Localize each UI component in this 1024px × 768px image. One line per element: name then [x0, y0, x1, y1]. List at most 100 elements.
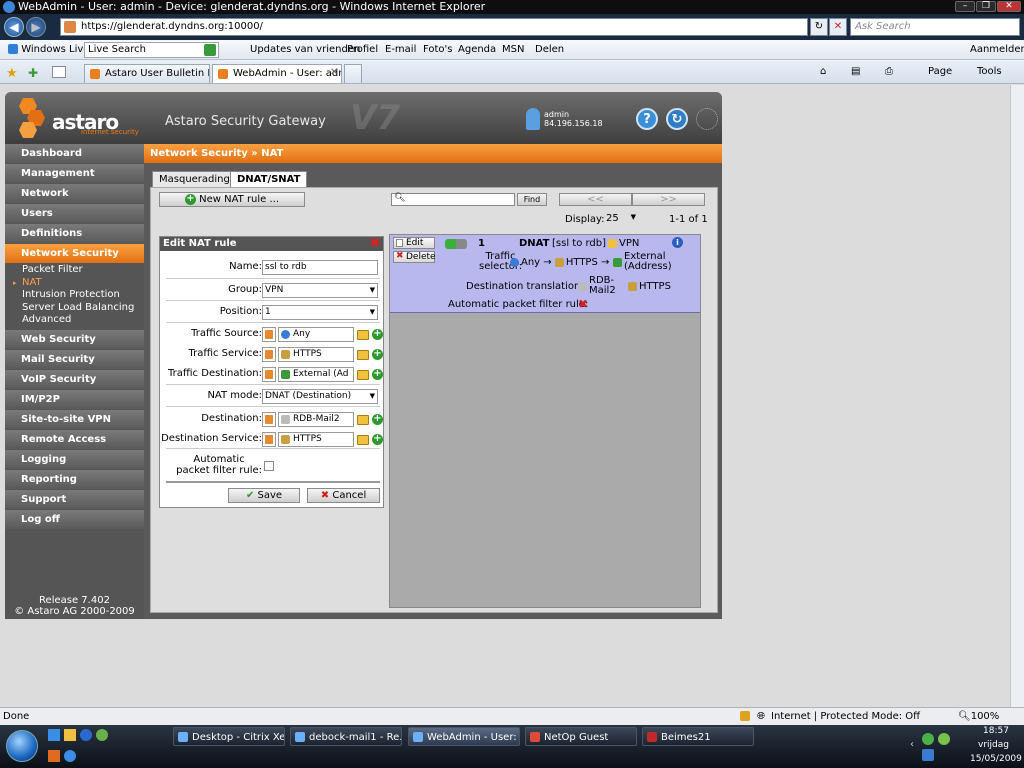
search-go-icon[interactable]	[204, 44, 216, 56]
sidebar-item-log-off[interactable]: Log off	[5, 509, 144, 529]
browser-tab-webadmin[interactable]: WebAdmin - User: adm...	[212, 64, 342, 83]
reload-icon[interactable]: ↻	[666, 108, 688, 130]
traffic-service-add-icon[interactable]: +	[372, 349, 383, 360]
name-input[interactable]: ssl to rdb	[262, 260, 378, 275]
cancel-button[interactable]: ✖ Cancel	[307, 488, 380, 503]
print-icon[interactable]: ⎙	[885, 66, 893, 77]
traffic-destination-remove-icon[interactable]	[262, 367, 276, 382]
tray-volume-icon[interactable]	[922, 749, 934, 761]
traffic-source-field[interactable]: Any	[278, 327, 354, 342]
live-search-input[interactable]: Live Search	[84, 42, 219, 58]
link-updates[interactable]: Updates van vrienden	[250, 44, 360, 55]
pager-prev-button[interactable]: <<	[559, 193, 632, 206]
feeds-icon[interactable]: ▤	[851, 66, 860, 77]
browser-tab-bulletin[interactable]: Astaro User Bulletin Board ...	[84, 64, 210, 83]
forward-button[interactable]: ▶	[26, 17, 46, 37]
page-menu[interactable]: Page	[928, 66, 952, 77]
save-button[interactable]: ✔ Save	[228, 488, 300, 503]
maximize-button[interactable]: ❐	[976, 1, 996, 12]
destination-remove-icon[interactable]	[262, 412, 276, 427]
address-input[interactable]: https://glenderat.dyndns.org:10000/	[60, 18, 808, 36]
close-icon[interactable]: ✖	[369, 237, 381, 250]
sidebar-sub-packet-filter[interactable]: Packet Filter	[5, 264, 144, 277]
refresh-icon[interactable]: ↻	[810, 18, 828, 36]
add-favorite-icon[interactable]: ✚	[28, 66, 38, 80]
sidebar-item-network-security[interactable]: Network Security	[5, 244, 144, 263]
quicklaunch-folder-icon[interactable]	[64, 729, 76, 741]
quicklaunch-office-icon[interactable]	[48, 750, 60, 762]
tray-network-icon[interactable]	[922, 733, 934, 745]
quicklaunch-desktop-icon[interactable]	[48, 729, 60, 741]
sidebar-item-voip-security[interactable]: VoIP Security	[5, 369, 144, 389]
sidebar-item-network[interactable]: Network	[5, 184, 144, 203]
tools-menu[interactable]: Tools	[977, 66, 1002, 77]
sidebar-item-support[interactable]: Support	[5, 489, 144, 509]
sidebar-item-site-to-site-vpn[interactable]: Site-to-site VPN	[5, 409, 144, 429]
destination-service-remove-icon[interactable]	[262, 432, 276, 447]
clock-time[interactable]: 18:57	[983, 726, 1009, 736]
close-window-button[interactable]: ✕	[997, 1, 1021, 12]
task-beimes[interactable]: Beimes21	[642, 727, 754, 746]
traffic-destination-add-icon[interactable]: +	[372, 369, 383, 380]
close-tab-icon[interactable]: ✕	[330, 67, 338, 78]
back-button[interactable]: ◀	[4, 17, 24, 37]
home-icon[interactable]: ⌂	[820, 66, 826, 77]
sidebar-item-reporting[interactable]: Reporting	[5, 469, 144, 489]
destination-folder-icon[interactable]	[357, 415, 369, 425]
quicklaunch-ie-icon[interactable]	[80, 729, 92, 741]
task-webadmin[interactable]: WebAdmin - User: a...	[408, 727, 520, 746]
new-nat-rule-button[interactable]: + New NAT rule ...	[159, 192, 305, 207]
filter-input[interactable]: 🔍︎	[391, 193, 515, 206]
vertical-scrollbar[interactable]	[1010, 85, 1024, 707]
group-select[interactable]: VPN	[262, 283, 378, 298]
sidebar-sub-server-load-balancing[interactable]: Server Load Balancing	[5, 301, 144, 314]
traffic-destination-folder-icon[interactable]	[357, 370, 369, 380]
quick-tabs-icon[interactable]	[52, 66, 66, 78]
traffic-destination-field[interactable]: External (Ad	[278, 367, 354, 382]
sidebar-item-management[interactable]: Management	[5, 164, 144, 183]
find-button[interactable]: Find	[517, 193, 547, 206]
new-tab-button[interactable]	[344, 64, 362, 83]
destination-service-field[interactable]: HTTPS	[278, 432, 354, 447]
sidebar-item-logging[interactable]: Logging	[5, 449, 144, 469]
destination-field[interactable]: RDB-Mail2	[278, 412, 354, 427]
destination-service-add-icon[interactable]: +	[372, 434, 383, 445]
info-icon[interactable]: i	[672, 237, 683, 248]
quicklaunch-app-icon[interactable]	[96, 729, 108, 741]
start-button[interactable]	[6, 730, 38, 762]
nat-mode-select[interactable]: DNAT (Destination)	[262, 389, 378, 404]
stop-icon[interactable]: ✕	[829, 18, 847, 36]
traffic-service-remove-icon[interactable]	[262, 347, 276, 362]
rule-delete-button[interactable]: ✖ Delete	[393, 251, 436, 263]
sidebar-item-definitions[interactable]: Definitions	[5, 224, 144, 243]
task-citrix[interactable]: Desktop - Citrix Xen...	[173, 727, 285, 746]
auto-pf-checkbox[interactable]	[264, 461, 274, 471]
search-input[interactable]: Ask Search	[850, 18, 1020, 36]
link-delen[interactable]: Delen	[535, 44, 564, 55]
tray-app-icon[interactable]	[938, 733, 950, 745]
traffic-source-folder-icon[interactable]	[357, 330, 369, 340]
sidebar-item-dashboard[interactable]: Dashboard	[5, 144, 144, 163]
task-debock[interactable]: debock-mail1 - Re...	[290, 727, 402, 746]
rule-edit-button[interactable]: Edit	[393, 237, 435, 249]
help-icon[interactable]: ?	[636, 108, 658, 130]
link-msn[interactable]: MSN	[502, 44, 524, 55]
sidebar-item-web-security[interactable]: Web Security	[5, 329, 144, 349]
sidebar-sub-nat[interactable]: ▸ NAT	[5, 276, 144, 289]
tray-expand-icon[interactable]: ‹	[910, 739, 914, 750]
tab-masquerading[interactable]: Masquerading	[152, 171, 237, 187]
signin-link[interactable]: Aanmelden	[970, 44, 1024, 55]
sidebar-item-remote-access[interactable]: Remote Access	[5, 429, 144, 449]
traffic-source-add-icon[interactable]: +	[372, 329, 383, 340]
quicklaunch-ie2-icon[interactable]	[64, 750, 76, 762]
favorites-star-icon[interactable]: ★	[6, 66, 18, 81]
windows-live-link[interactable]: Windows Live	[8, 44, 89, 55]
traffic-service-folder-icon[interactable]	[357, 350, 369, 360]
link-agenda[interactable]: Agenda	[458, 44, 496, 55]
minimize-button[interactable]: –	[955, 1, 975, 12]
zoom-level[interactable]: 🔍︎100%	[958, 711, 999, 722]
sidebar-sub-intrusion-protection[interactable]: Intrusion Protection	[5, 289, 144, 302]
pager-next-button[interactable]: >>	[632, 193, 705, 206]
task-netop[interactable]: NetOp Guest	[525, 727, 637, 746]
traffic-source-remove-icon[interactable]	[262, 327, 276, 342]
